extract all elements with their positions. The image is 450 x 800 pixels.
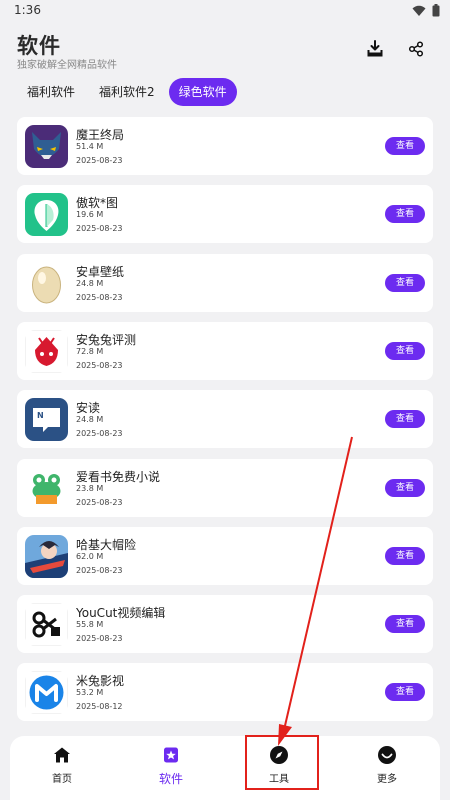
app-name: 安读 — [76, 401, 101, 416]
view-button[interactable]: 查看 — [385, 205, 425, 224]
list-item[interactable]: YouCut视频编辑 55.8 M 2025-08-23 查看 — [17, 595, 433, 654]
download-icon — [367, 40, 383, 57]
app-name: 魔王终局 — [76, 128, 125, 142]
tab-welfare-software[interactable]: 福利软件 — [17, 78, 85, 106]
view-button[interactable]: 查看 — [385, 615, 425, 634]
app-date: 2025-08-23 — [76, 497, 123, 507]
app-date: 2025-08-23 — [76, 429, 123, 439]
view-button[interactable]: 查看 — [385, 273, 425, 292]
wallpaper-egg-icon — [25, 261, 68, 305]
svg-text:N: N — [37, 411, 44, 420]
view-button[interactable]: 查看 — [385, 683, 425, 702]
status-icons — [412, 4, 440, 17]
list-item[interactable]: 安兔兔评测 72.8 M 2025-08-23 查看 — [17, 321, 433, 380]
demon-king-icon — [25, 125, 68, 168]
app-date: 2025-08-23 — [76, 292, 123, 302]
tab-welfare-software-2[interactable]: 福利软件2 — [89, 78, 165, 106]
app-size: 19.6 M — [76, 210, 104, 220]
app-date: 2025-08-23 — [76, 156, 123, 165]
app-size: 24.8 M — [76, 415, 104, 425]
app-size: 23.8 M — [76, 483, 104, 493]
list-item[interactable]: 米兔影视 53.2 M 2025-08-12 查看 — [17, 663, 433, 722]
app-date: 2025-08-23 — [76, 565, 123, 575]
header: 软件 独家破解全网精品软件 — [0, 22, 450, 78]
software-icon — [164, 747, 178, 763]
app-size: 72.8 M — [76, 346, 104, 356]
status-time: 1:36 — [14, 3, 41, 17]
app-name: 安卓壁纸 — [76, 264, 125, 279]
nav-label: 软件 — [158, 772, 183, 786]
home-icon — [54, 747, 70, 763]
nav-label: 更多 — [377, 774, 397, 785]
battery-icon — [432, 4, 440, 17]
view-button[interactable]: 查看 — [385, 341, 425, 360]
category-tabs: 福利软件 福利软件2 绿色软件 — [17, 78, 241, 106]
anime-game-icon — [25, 534, 68, 578]
app-date: 2025-08-12 — [76, 702, 123, 712]
andu-reader-icon: N — [25, 398, 68, 442]
list-item[interactable]: 魔王终局 51.4 M 2025-08-23 查看 — [17, 117, 433, 175]
view-button[interactable]: 查看 — [385, 478, 425, 497]
tab-green-software[interactable]: 绿色软件 — [168, 78, 237, 106]
app-date: 2025-08-23 — [76, 360, 123, 370]
app-date: 2025-08-23 — [76, 224, 123, 234]
app-size: 62.0 M — [76, 551, 104, 561]
nav-label: 首页 — [52, 774, 72, 785]
list-item[interactable]: 爱看书免费小说 23.8 M 2025-08-23 查看 — [17, 458, 433, 517]
view-button[interactable]: 查看 — [385, 137, 425, 155]
share-button[interactable] — [405, 38, 427, 60]
wifi-icon — [412, 5, 426, 16]
view-button[interactable]: 查看 — [385, 546, 425, 565]
antutu-icon — [25, 329, 68, 373]
app-name: 安兔兔评测 — [76, 332, 137, 347]
nav-item-software[interactable]: 软件 — [131, 744, 211, 787]
app-name: 米兔影视 — [76, 674, 125, 689]
bottom-nav: 首页 软件 工具 更多 — [10, 736, 440, 800]
list-item[interactable]: 哈基大帽险 62.0 M 2025-08-23 查看 — [17, 526, 433, 585]
app-name: 傲软*图 — [76, 196, 119, 211]
app-name: 哈基大帽险 — [76, 537, 137, 552]
view-button[interactable]: 查看 — [385, 410, 425, 429]
share-icon — [408, 41, 424, 57]
app-size: 53.2 M — [76, 688, 104, 698]
list-item[interactable]: N 安读 24.8 M 2025-08-23 查看 — [17, 390, 433, 449]
list-item[interactable]: 傲软*图 19.6 M 2025-08-23 查看 — [17, 185, 433, 244]
status-bar: 1:36 — [0, 0, 450, 22]
download-button[interactable] — [364, 38, 386, 60]
list-item[interactable]: 安卓壁纸 24.8 M 2025-08-23 查看 — [17, 253, 433, 312]
mitu-video-icon — [25, 671, 68, 715]
nav-item-more[interactable]: 更多 — [347, 744, 427, 785]
nav-item-home[interactable]: 首页 — [22, 744, 102, 785]
app-size: 51.4 M — [76, 142, 104, 151]
app-name: 爱看书免费小说 — [76, 469, 161, 484]
frog-book-icon — [25, 466, 68, 510]
app-date: 2025-08-23 — [76, 634, 123, 644]
app-size: 55.8 M — [76, 620, 104, 630]
page-subtitle: 独家破解全网精品软件 — [17, 60, 117, 71]
youcut-icon — [25, 603, 68, 647]
apowersoft-icon — [25, 193, 68, 237]
annotation-highlight-box — [245, 735, 319, 790]
app-size: 24.8 M — [76, 278, 104, 288]
more-icon — [378, 746, 396, 764]
app-name: YouCut视频编辑 — [76, 606, 166, 621]
